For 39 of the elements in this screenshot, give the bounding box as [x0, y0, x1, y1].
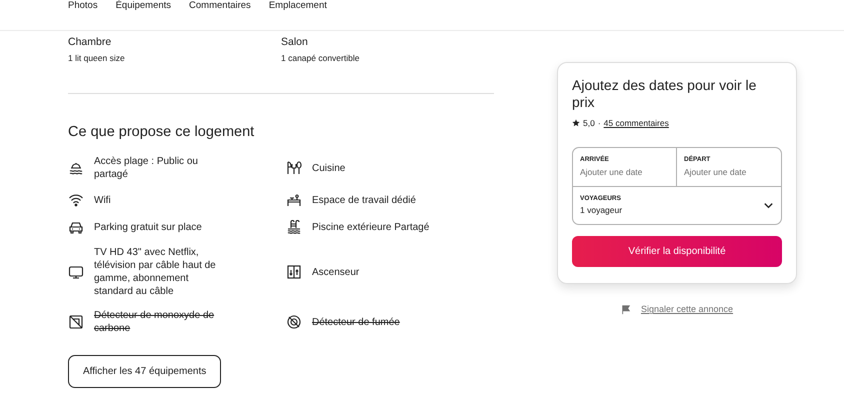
nav-tab[interactable]: Photos [68, 1, 98, 11]
flag-icon [620, 305, 631, 315]
beach-icon [68, 160, 84, 176]
amenity-label: Ascenseur [312, 266, 360, 278]
nav-tab[interactable]: Équipements [116, 1, 172, 11]
amenity-label: Espace de travail dédié [312, 194, 417, 206]
desk-icon [286, 192, 302, 208]
booking-title: Ajoutez des dates pour voir le prix [572, 77, 758, 111]
separator: · [598, 117, 601, 130]
amenity-label: Parking gratuit sur place [94, 220, 203, 234]
date-field[interactable]: Ajouter une date [684, 166, 774, 178]
utensils-icon [286, 160, 302, 176]
amenity-label: Détecteur de fumée [312, 316, 401, 328]
check-availability-button[interactable]: Vérifier la disponibilité [572, 236, 782, 268]
report-link[interactable]: Signaler cette annonce [640, 303, 734, 317]
crossed-detector-icon [68, 314, 84, 330]
wifi-icon [68, 192, 84, 208]
reviews-link[interactable]: 45 commentaires [604, 117, 669, 130]
elevator-icon [286, 264, 302, 280]
tv-icon [68, 264, 84, 280]
pool-icon [286, 219, 302, 235]
section-heading: Ce que propose ce logement [68, 123, 254, 141]
amenity-label: Wifi [94, 194, 112, 206]
bed-info: 1 lit queen size [68, 53, 125, 64]
amenity-label: Accès plage : Public ou partagé [94, 155, 199, 181]
show-all-button[interactable]: Afficher les 47 équipements [68, 355, 222, 388]
amenity-label: Détecteur de monoxyde de carbone [94, 309, 216, 335]
amenity-label: TV HD 43" avec Netflix, télévision par câble haut de gamme, abonnement standard au câble [94, 246, 217, 298]
rating-value: 5,0 [583, 117, 595, 130]
room-name: Salon [281, 36, 308, 49]
date-field[interactable]: Ajouter une date [580, 166, 669, 178]
star-icon [572, 119, 580, 128]
crossed-detector-icon [286, 314, 302, 330]
room-name: Chambre [68, 36, 112, 49]
amenity-label: Cuisine [312, 162, 346, 174]
nav-tab[interactable]: Commentaires [189, 1, 251, 11]
bed-info: 1 canapé convertible [281, 53, 360, 64]
nav-tab[interactable]: Emplacement [268, 1, 327, 11]
amenity-label: Piscine extérieure Partagé [312, 220, 430, 234]
